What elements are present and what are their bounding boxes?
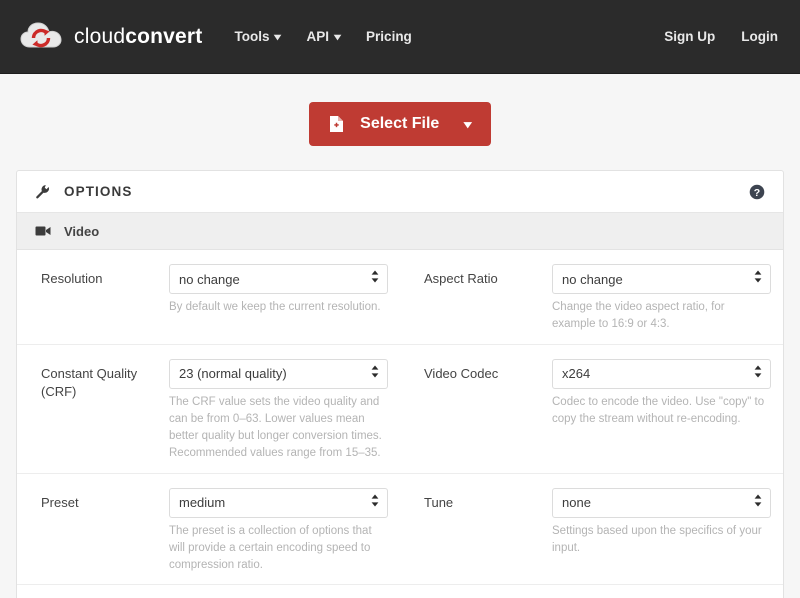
select-file-area: Select File ▾ [0, 74, 800, 170]
option-video-codec: Video Codec x264 Codec to encode the vid… [400, 358, 783, 465]
primary-nav: Tools ▾ API ▾ Pricing [234, 29, 411, 44]
option-constant-quality-crf: Constant Quality (CRF) 23 (normal qualit… [17, 358, 400, 465]
nav-item-pricing-label: Pricing [366, 29, 412, 44]
select-file-label: Select File [360, 115, 440, 132]
crf-select[interactable]: 23 (normal quality) [169, 358, 388, 389]
option-label: Resolution [41, 271, 103, 286]
sign-up-link[interactable]: Sign Up [664, 29, 715, 44]
top-navbar: cloudconvert Tools ▾ API ▾ Pricing Sign … [0, 0, 800, 74]
help-circle-icon[interactable]: ? [749, 184, 765, 200]
login-link[interactable]: Login [741, 29, 778, 44]
video-camera-icon [35, 225, 51, 237]
nav-item-api[interactable]: API ▾ [307, 29, 341, 44]
option-label: Tune [424, 494, 454, 510]
file-plus-icon [329, 115, 344, 133]
options-row: Constant Quality (CRF) 23 (normal qualit… [17, 345, 783, 474]
aspect-ratio-select[interactable]: no change [552, 264, 771, 294]
option-help-text: The preset is a collection of options th… [169, 524, 372, 572]
nav-item-tools[interactable]: Tools ▾ [234, 29, 282, 44]
option-label: Aspect Ratio [424, 271, 498, 286]
video-codec-select[interactable]: x264 [552, 358, 771, 389]
wrench-icon [35, 184, 50, 199]
tune-select[interactable]: none [552, 487, 771, 518]
chevron-down-icon: ▾ [274, 31, 282, 43]
brand-logo-link[interactable]: cloudconvert [20, 21, 202, 52]
select-file-button[interactable]: Select File ▾ [309, 102, 491, 146]
options-panel: OPTIONS ? Video Resolution no change By … [16, 170, 784, 598]
preset-select[interactable]: medium [169, 487, 388, 518]
option-label: Constant Quality (CRF) [41, 365, 138, 400]
brand-name: cloudconvert [74, 25, 202, 49]
cloudconvert-logo-icon [20, 21, 62, 52]
options-panel-title: OPTIONS [64, 184, 133, 199]
video-section-header: Video [17, 213, 783, 250]
option-help-text: Codec to encode the video. Use "copy" to… [552, 395, 765, 425]
option-help-text: Change the video aspect ratio, for examp… [552, 301, 725, 331]
resolution-select[interactable]: no change [169, 264, 388, 294]
chevron-down-icon: ▾ [464, 118, 472, 131]
option-label: Video Codec [424, 365, 499, 381]
nav-item-tools-label: Tools [234, 29, 270, 44]
brand-name-light: cloud [74, 24, 126, 48]
nav-item-api-label: API [306, 29, 330, 44]
option-preset: Preset medium The preset is a collection… [17, 487, 400, 577]
video-section-title: Video [64, 223, 100, 239]
options-panel-header: OPTIONS ? [17, 171, 783, 213]
option-help-text: The CRF value sets the video quality and… [169, 395, 382, 460]
brand-name-bold: convert [125, 24, 203, 48]
option-help-text: By default we keep the current resolutio… [169, 301, 381, 313]
option-aspect-ratio: Aspect Ratio no change Change the video … [400, 264, 783, 336]
options-row: Profile none Set output to a specific H2… [17, 585, 783, 598]
option-tune: Tune none Settings based upon the specif… [400, 487, 783, 577]
account-nav: Sign Up Login [664, 29, 778, 44]
svg-text:?: ? [754, 186, 760, 198]
option-label: Preset [41, 494, 79, 510]
option-help-text: Settings based upon the specifics of you… [552, 524, 762, 554]
nav-item-pricing[interactable]: Pricing [366, 29, 412, 44]
chevron-down-icon: ▾ [334, 31, 341, 43]
options-row: Preset medium The preset is a collection… [17, 474, 783, 586]
option-resolution: Resolution no change By default we keep … [17, 264, 400, 336]
options-row: Resolution no change By default we keep … [17, 250, 783, 345]
